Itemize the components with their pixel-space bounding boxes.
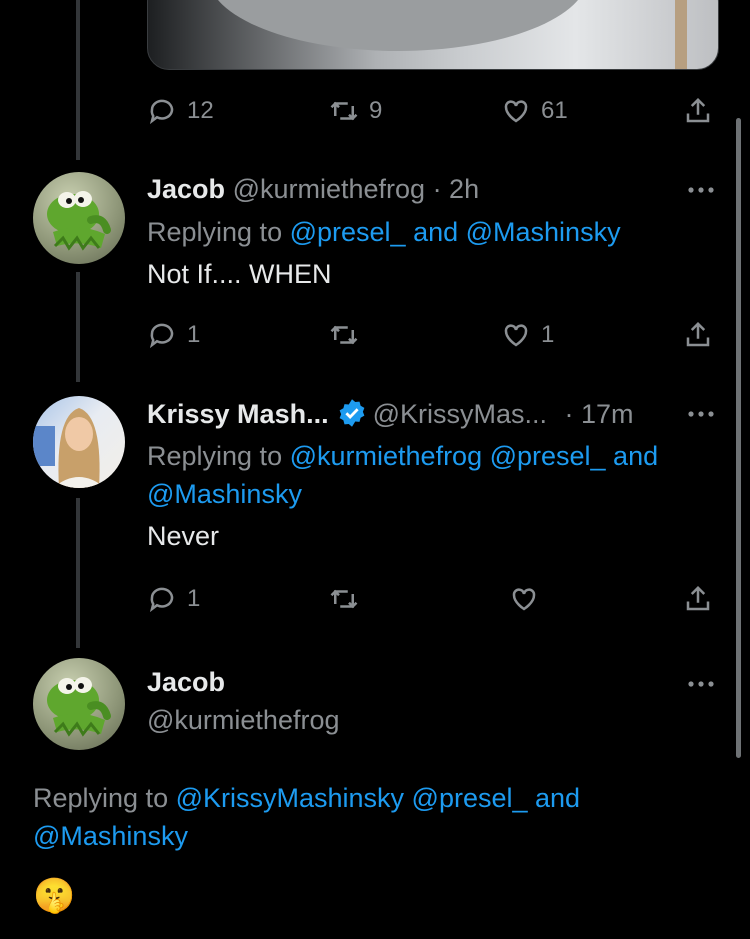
tweet-actions: 1	[147, 579, 727, 619]
share-icon	[686, 321, 710, 347]
timestamp[interactable]: · 2h	[433, 174, 480, 204]
reply-count: 1	[187, 321, 201, 348]
mention-links[interactable]: @KrissyMashinsky @presel_ and	[176, 783, 580, 813]
more-options-icon[interactable]	[686, 404, 716, 424]
share-button[interactable]	[683, 579, 713, 619]
media-subject	[208, 0, 588, 51]
timestamp[interactable]: · 17m	[565, 399, 634, 429]
retweet-icon	[330, 589, 358, 609]
kermit-frog-icon	[47, 191, 111, 251]
reply-button[interactable]: 1	[147, 315, 200, 355]
replying-to: Replying to @KrissyMashinsky @presel_ an…	[33, 783, 580, 814]
tweet-actions: 1 1	[147, 315, 727, 355]
like-button[interactable]: 61	[501, 91, 568, 131]
display-name[interactable]: Krissy Mash...	[147, 399, 329, 429]
tweet-text: Never	[147, 521, 220, 551]
reply-icon	[149, 99, 174, 125]
display-name[interactable]: Jacob	[147, 667, 225, 698]
heart-icon	[512, 588, 536, 611]
like-count: 1	[541, 321, 555, 348]
avatar-kermit[interactable]	[33, 172, 125, 264]
retweet-button[interactable]	[329, 579, 359, 619]
share-icon	[686, 585, 710, 611]
replying-to-label: Replying to	[147, 441, 283, 471]
mention-links[interactable]: @kurmiethefrog @presel_ and	[290, 441, 659, 471]
tweet-header: Krissy Mash... @KrissyMas... · 17m	[147, 398, 634, 430]
reply-button[interactable]: 1	[147, 579, 200, 619]
tweet-media-image[interactable]	[147, 0, 719, 70]
reply-icon	[149, 587, 174, 613]
media-background-pole	[675, 0, 687, 69]
more-options-icon[interactable]	[686, 674, 716, 694]
reply-button[interactable]: 12	[147, 91, 214, 131]
user-handle[interactable]: @KrissyMas...	[373, 399, 547, 429]
like-button[interactable]	[509, 579, 539, 619]
mention-links[interactable]: @presel_ and @Mashinsky	[290, 217, 621, 247]
kermit-frog-icon	[47, 677, 111, 737]
scrollbar[interactable]	[736, 118, 741, 758]
tweet-header: Jacob @kurmiethefrog · 2h	[147, 174, 479, 205]
replying-to: Replying to @kurmiethefrog @presel_ and	[147, 441, 658, 472]
reply-icon	[149, 323, 174, 349]
avatar-kermit[interactable]	[33, 658, 125, 750]
retweet-button[interactable]	[329, 315, 359, 355]
replying-to-label: Replying to	[147, 217, 283, 247]
more-options-icon[interactable]	[686, 180, 716, 200]
like-count: 61	[541, 97, 568, 124]
share-icon	[686, 97, 710, 123]
share-button[interactable]	[683, 91, 713, 131]
tweet-actions: 12 9 61	[147, 91, 727, 131]
replying-to-label: Replying to	[33, 783, 169, 813]
tweet-text: Not If.... WHEN	[147, 259, 332, 289]
share-button[interactable]	[683, 315, 713, 355]
thread-line	[76, 0, 80, 160]
user-handle[interactable]: @kurmiethefrog	[233, 174, 425, 204]
mention-links[interactable]: @Mashinsky	[33, 821, 188, 852]
thread-line	[76, 272, 80, 382]
thread-line	[76, 498, 80, 648]
display-name[interactable]: Jacob	[147, 174, 225, 204]
shushing-face-emoji: 🤫	[33, 877, 76, 915]
retweet-icon	[330, 101, 358, 121]
retweet-count: 9	[369, 97, 383, 124]
reply-count: 1	[187, 585, 201, 612]
heart-icon	[504, 324, 528, 347]
retweet-icon	[330, 325, 358, 345]
reply-count: 12	[187, 97, 214, 124]
user-handle[interactable]: @kurmiethefrog	[147, 705, 339, 736]
heart-icon	[504, 100, 528, 123]
retweet-button[interactable]: 9	[329, 91, 382, 131]
avatar-krissy[interactable]	[33, 396, 125, 488]
mention-links[interactable]: @Mashinsky	[147, 479, 302, 510]
replying-to: Replying to @presel_ and @Mashinsky	[147, 217, 621, 248]
like-button[interactable]: 1	[501, 315, 554, 355]
profile-photo-icon	[33, 408, 105, 488]
tweet-thread: 12 9 61 Jacob @kurmiethefrog · 2h Replyi…	[0, 0, 750, 939]
verified-badge-icon	[339, 399, 364, 427]
